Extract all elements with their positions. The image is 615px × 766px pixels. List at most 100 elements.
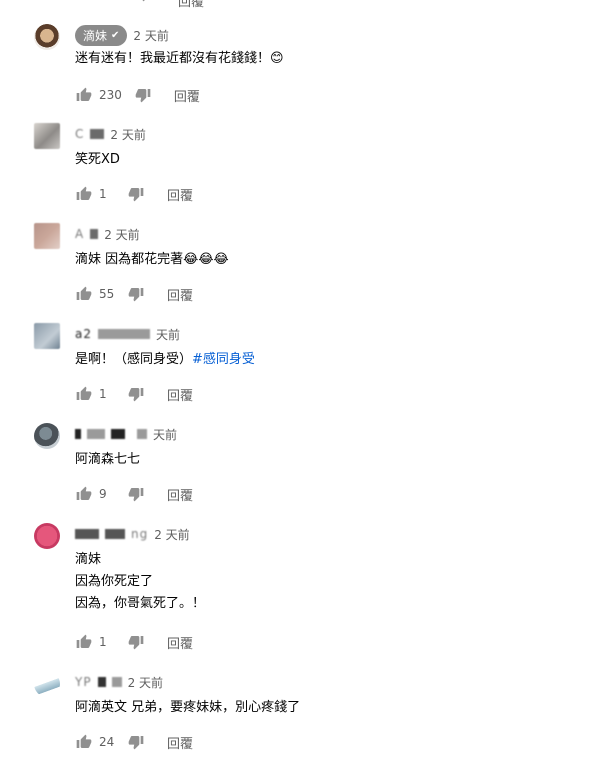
- redacted-name: [137, 429, 147, 439]
- like-count: 9: [99, 487, 107, 501]
- redacted-name: [75, 429, 81, 439]
- comment-line: 因為你死定了: [75, 574, 154, 589]
- author-name[interactable]: a2: [75, 327, 92, 341]
- like-button[interactable]: 1: [75, 186, 115, 202]
- avatar[interactable]: [34, 671, 60, 697]
- like-count: 1: [99, 187, 107, 201]
- redacted-name: [90, 129, 105, 139]
- comment-text: 滴妹 因為都花完著😂😂😂: [75, 249, 229, 271]
- comment-header: YP 2 天前: [75, 671, 163, 693]
- comment-header: 滴妹 ✔ 2 天前: [75, 24, 169, 46]
- thumbs-down-icon: [127, 486, 145, 502]
- author-name[interactable]: YP: [75, 675, 92, 689]
- comment-actions: 1 回覆: [75, 384, 193, 404]
- comment-text: 阿滴森七七: [75, 449, 140, 471]
- like-button[interactable]: 55: [75, 286, 115, 302]
- avatar[interactable]: [34, 24, 60, 50]
- thumbs-up-icon: [75, 634, 93, 650]
- comment-header: C 2 天前: [75, 123, 146, 145]
- checkmark-icon: ✔: [111, 29, 120, 41]
- like-button[interactable]: 9: [75, 486, 115, 502]
- comment-actions: 1 回覆: [75, 632, 193, 652]
- comment-header: ng 2 天前: [75, 523, 190, 545]
- thumbs-down-icon: [134, 87, 152, 103]
- comment-text: 滴妹 因為你死定了 因為，你哥氣死了。！: [75, 549, 205, 615]
- comment-header: A 2 天前: [75, 223, 140, 245]
- avatar[interactable]: [34, 523, 60, 549]
- reply-button[interactable]: 回覆: [178, 0, 204, 10]
- comment-line: 滴妹: [75, 552, 102, 567]
- timestamp[interactable]: 2 天前: [133, 27, 168, 44]
- comment-actions: 9 回覆: [75, 484, 193, 504]
- reply-button[interactable]: 回覆: [167, 633, 193, 652]
- like-count: 24: [99, 735, 115, 749]
- redacted-name: [105, 529, 125, 539]
- redacted-name: [111, 677, 122, 687]
- comment-actions: 55 回覆: [75, 284, 193, 304]
- comment-line: 笑死XD: [75, 152, 120, 167]
- like-count: 1: [99, 387, 107, 401]
- comment-actions: 24 回覆: [75, 732, 193, 752]
- author-name[interactable]: A: [75, 227, 84, 241]
- redacted-name: [97, 677, 106, 687]
- comment-line-text: 是啊！（感同身受）: [75, 352, 193, 367]
- thumbs-down-icon: [127, 286, 145, 302]
- thumbs-up-icon: [75, 486, 93, 502]
- dislike-button[interactable]: [127, 634, 145, 650]
- reply-button[interactable]: 回覆: [167, 185, 193, 204]
- thumbs-up-icon: [75, 386, 93, 402]
- like-count: 1: [99, 635, 107, 649]
- dislike-button[interactable]: [127, 734, 145, 750]
- timestamp[interactable]: 2 天前: [154, 526, 189, 543]
- avatar[interactable]: [34, 123, 60, 149]
- reply-button[interactable]: 回覆: [167, 285, 193, 304]
- timestamp[interactable]: 天前: [156, 326, 180, 343]
- comment-header: 天前: [75, 423, 177, 445]
- thumbs-up-icon: [75, 186, 93, 202]
- timestamp[interactable]: 2 天前: [110, 126, 145, 143]
- dislike-button[interactable]: [127, 486, 145, 502]
- reply-button[interactable]: 回覆: [167, 485, 193, 504]
- thumbs-down-icon[interactable]: [136, 0, 154, 2]
- reply-button[interactable]: 回覆: [167, 385, 193, 404]
- dislike-button[interactable]: [127, 386, 145, 402]
- thumbs-down-icon: [127, 386, 145, 402]
- avatar[interactable]: [34, 323, 60, 349]
- like-button[interactable]: 230: [75, 87, 122, 103]
- comment-line: 滴妹 因為都花完著😂😂😂: [75, 252, 229, 267]
- like-button[interactable]: 1: [75, 634, 115, 650]
- comment-text: 阿滴英文 兄弟，要疼妹妹，別心疼錢了: [75, 697, 300, 719]
- dislike-button[interactable]: [127, 286, 145, 302]
- creator-badge[interactable]: 滴妹 ✔: [75, 24, 128, 46]
- redacted-name: [111, 429, 125, 439]
- comment-text: 是啊！（感同身受）#感同身受: [75, 349, 255, 371]
- comment-actions: 230 回覆: [75, 85, 200, 105]
- author-name: 滴妹: [83, 28, 108, 43]
- dislike-button[interactable]: [134, 87, 152, 103]
- comment-actions: 1 回覆: [75, 184, 193, 204]
- avatar[interactable]: [34, 223, 60, 249]
- thumbs-up-icon: [75, 87, 93, 103]
- hashtag-link[interactable]: #感同身受: [192, 352, 255, 367]
- timestamp[interactable]: 2 天前: [128, 674, 163, 691]
- timestamp[interactable]: 2 天前: [104, 226, 139, 243]
- like-button[interactable]: 1: [75, 386, 115, 402]
- author-name[interactable]: ng: [131, 527, 148, 541]
- thumbs-up-icon: [75, 734, 93, 750]
- dislike-button[interactable]: [127, 186, 145, 202]
- avatar[interactable]: [34, 423, 60, 449]
- thumbs-down-icon: [127, 634, 145, 650]
- comment-line: 因為，你哥氣死了。！: [75, 596, 206, 611]
- comment-line: 是啊！（感同身受）#感同身受: [75, 349, 255, 371]
- like-button[interactable]: 24: [75, 734, 115, 750]
- redacted-name: [87, 429, 105, 439]
- author-name[interactable]: C: [75, 127, 84, 141]
- timestamp[interactable]: 天前: [153, 426, 177, 443]
- reply-button[interactable]: 回覆: [167, 733, 193, 752]
- redacted-name: [90, 229, 99, 239]
- thumbs-up-icon: [75, 286, 93, 302]
- redacted-name: [98, 329, 150, 339]
- reply-button[interactable]: 回覆: [174, 86, 200, 105]
- comment-line: 迷有迷有！我最近都沒有花錢錢！😊: [75, 51, 284, 66]
- redacted-name: [75, 529, 99, 539]
